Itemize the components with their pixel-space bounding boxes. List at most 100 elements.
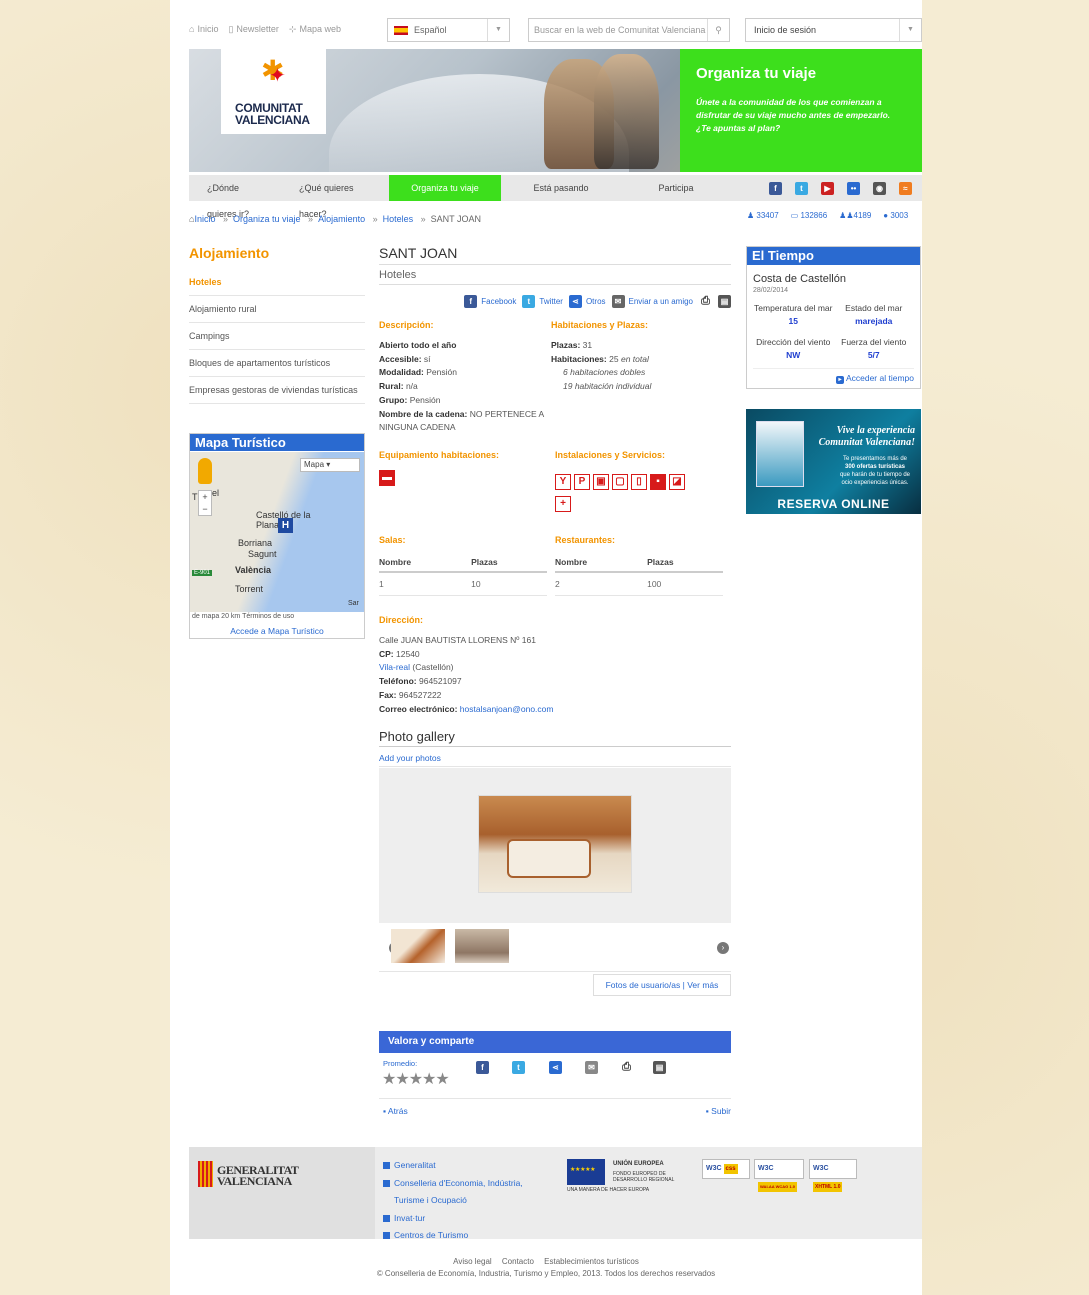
share-others[interactable]: ⋖ Otros <box>568 295 606 308</box>
weather-link[interactable]: ▸ Acceder al tiempo <box>753 368 914 384</box>
table-row: 1 10 <box>379 572 547 596</box>
stat-groups[interactable]: ♟♟4189 <box>839 211 871 220</box>
nav-participa[interactable]: Participa <box>621 175 731 201</box>
footer-link-invattur[interactable]: Invat·tur <box>383 1210 553 1228</box>
facebook-icon[interactable]: f <box>476 1061 489 1075</box>
site-logo[interactable]: ✱ ✦ COMUNITAT VALENCIANA <box>221 49 326 134</box>
room-type: 19 habitación individual <box>563 381 652 392</box>
w3c-wai-badge[interactable]: W3C WAI-AA WCAG 1.0 <box>754 1159 804 1192</box>
print-icon[interactable]: ⎙ <box>620 1061 633 1075</box>
share-email[interactable]: ✉ Enviar a un amigo <box>611 295 693 308</box>
map-access-link[interactable]: Accede a Mapa Turístico <box>190 626 364 636</box>
badge-w3c: W3C <box>706 1165 722 1172</box>
gallery-thumbnail[interactable] <box>391 929 445 964</box>
language-select[interactable]: Español ▼ <box>387 18 510 42</box>
up-link[interactable]: ▪ Subir <box>706 1106 731 1116</box>
envelope-icon[interactable]: ✉ <box>585 1061 598 1075</box>
login-select[interactable]: Inicio de sesión ▼ <box>745 18 922 42</box>
field-value: Pensión <box>409 394 441 405</box>
twitter-icon[interactable]: t <box>512 1061 525 1075</box>
breadcrumb-link[interactable]: Inicio <box>194 214 215 224</box>
youtube-icon[interactable]: ▶ <box>821 181 834 195</box>
print-icon[interactable]: ⎙ <box>699 295 712 308</box>
zoom-control[interactable]: + − <box>198 490 212 516</box>
sidebar-item-viviendas[interactable]: Empresas gestoras de viviendas turística… <box>189 377 365 404</box>
stat-cards[interactable]: ▭ 132866 <box>791 211 828 220</box>
gallery-main-photo[interactable] <box>478 795 632 894</box>
breadcrumb-link[interactable]: Alojamiento <box>318 214 365 224</box>
pdf-icon[interactable]: ▤ <box>653 1061 666 1075</box>
sidebar-item-apartamentos[interactable]: Bloques de apartamentos turísticos <box>189 350 365 377</box>
breadcrumb-separator: » <box>308 214 314 224</box>
photo-gallery: Photo gallery Add your photos ‹ › Fotos … <box>379 729 731 997</box>
share-icon[interactable]: ⋖ <box>549 1061 562 1075</box>
search-input[interactable]: Buscar en la web de Comunitat Valenciana… <box>528 18 730 42</box>
nav-esta-pasando[interactable]: Está pasando <box>501 175 621 201</box>
share-twitter[interactable]: t Twitter <box>522 295 563 308</box>
gallery-thumbnails: ‹ › <box>379 929 731 971</box>
footer-link-centros[interactable]: Centros de Turismo <box>383 1227 553 1245</box>
weather-value: NW <box>786 350 801 360</box>
map-label: el <box>212 488 220 498</box>
wordmark-line: VALENCIANA <box>217 1174 292 1188</box>
table-cell: 10 <box>471 572 547 596</box>
sidebar-item-campings[interactable]: Campings <box>189 323 365 350</box>
field-label: Fax: <box>379 689 397 700</box>
ad-subtext-line: ocio experiencias únicas. <box>841 480 909 486</box>
add-photos-link[interactable]: Add your photos <box>379 753 731 768</box>
weather-location: Costa de Castellón <box>753 273 846 285</box>
chevron-right-icon[interactable]: › <box>717 942 729 955</box>
rss-icon[interactable]: ≈ <box>899 181 912 195</box>
share-label: Facebook <box>481 297 517 306</box>
contact-link[interactable]: Contacto <box>502 1257 534 1266</box>
share-facebook[interactable]: f Facebook <box>464 295 516 308</box>
nav-organiza[interactable]: Organiza tu viaje <box>389 175 501 201</box>
promo-box[interactable]: Organiza tu viaje Únete a la comunidad d… <box>680 49 922 172</box>
breadcrumb-link[interactable]: Organiza tu viaje <box>233 214 301 224</box>
reserva-online-ad[interactable]: Vive la experiencia Comunitat Valenciana!… <box>746 409 921 514</box>
nav-que-hacer[interactable]: ¿Qué quieres hacer? <box>281 175 389 219</box>
facebook-icon[interactable]: f <box>769 181 782 195</box>
back-link[interactable]: ▪ Atrás <box>383 1106 408 1116</box>
email-link[interactable]: hostalsanjoan@ono.com <box>460 704 554 714</box>
establishments-link[interactable]: Establecimientos turísticos <box>544 1257 639 1266</box>
w3c-xhtml-badge[interactable]: W3C XHTML 1.0 <box>809 1159 857 1192</box>
footer-link-generalitat[interactable]: Generalitat <box>383 1157 553 1175</box>
gallery-thumbnail[interactable] <box>455 929 509 964</box>
stat-users[interactable]: ♟ 33407 <box>747 211 779 220</box>
stat-comments[interactable]: ● 3003 <box>883 211 908 220</box>
badge-tag: WAI-AA WCAG 1.0 <box>758 1182 797 1192</box>
nav-donde[interactable]: ¿Dónde quieres ir? <box>189 175 281 219</box>
toplink-newsletter[interactable]: ▯ Newsletter <box>228 24 278 35</box>
pdf-icon[interactable]: ▤ <box>718 295 731 308</box>
left-sidebar: Alojamiento Hoteles Alojamiento rural Ca… <box>189 245 365 639</box>
envelope-icon: ✉ <box>611 295 625 308</box>
map-canvas[interactable]: + − Mapa ▾ T el Castelló de la Plana H Bo… <box>190 452 364 612</box>
w3c-css-badge[interactable]: W3C css <box>702 1159 750 1179</box>
flickr-icon[interactable]: •• <box>847 181 860 195</box>
sidebar-item-rural[interactable]: Alojamiento rural <box>189 296 365 323</box>
eu-logo[interactable]: UNIÓN EUROPEA FONDO EUROPEO DEDESARROLLO… <box>567 1159 677 1193</box>
sidebar-item-hoteles[interactable]: Hoteles <box>189 269 365 296</box>
generalitat-logo[interactable]: GENERALITAT VALENCIANA <box>189 1147 375 1239</box>
link-separator: | <box>682 980 685 991</box>
street-view-pegman-icon[interactable] <box>198 458 212 484</box>
toplink-sitemap[interactable]: ⊹ Mapa web <box>289 24 341 35</box>
twitter-icon[interactable]: t <box>795 181 808 195</box>
bullet-icon <box>383 1179 390 1187</box>
fax-value: 964527222 <box>398 689 442 700</box>
search-icon[interactable]: ⚲ <box>707 19 729 41</box>
breadcrumb-link[interactable]: Hoteles <box>383 214 414 224</box>
instagram-icon[interactable]: ◉ <box>873 181 886 195</box>
user-photos-link[interactable]: Fotos de usuario/as | Ver más <box>593 974 731 997</box>
hotel-marker-icon[interactable]: H <box>278 518 293 533</box>
toplink-inicio[interactable]: ⌂ Inicio <box>189 24 218 35</box>
rating-stars[interactable]: ★★★★★ <box>382 1069 450 1089</box>
legal-link[interactable]: Aviso legal <box>453 1257 492 1266</box>
field-value: sí <box>423 353 431 364</box>
town-link[interactable]: Vila-real <box>379 662 410 672</box>
footer-link-conselleria[interactable]: Conselleria d'Economia, Indústria, Turis… <box>383 1175 553 1210</box>
footer-link-label: Invat·tur <box>394 1212 426 1223</box>
map-type-select[interactable]: Mapa ▾ <box>300 458 360 472</box>
field-label: Abierto todo el año <box>379 340 457 350</box>
